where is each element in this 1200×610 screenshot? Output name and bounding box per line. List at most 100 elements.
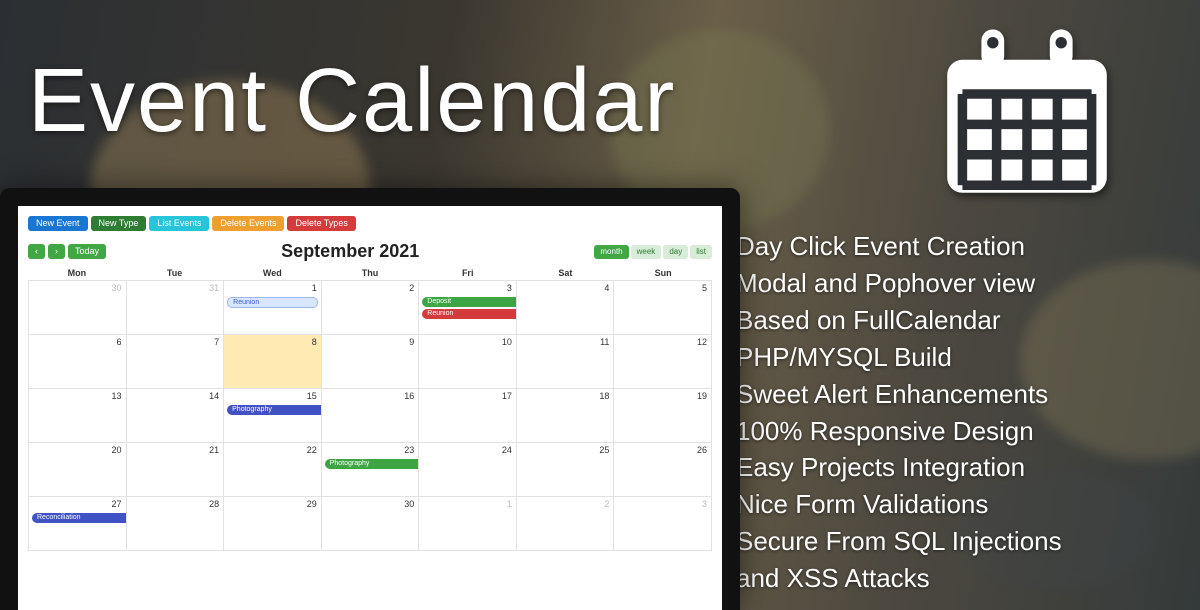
new-event-button[interactable]: New Event [28,216,88,231]
dow-label: Tue [126,268,224,278]
cell-date: 12 [697,337,707,347]
cell-date: 16 [404,391,414,401]
view-day-button[interactable]: day [663,245,688,259]
calendar-cell[interactable]: 12 [614,335,712,389]
event-pill[interactable]: Reunion [227,297,318,308]
calendar-cell[interactable]: 13 [29,389,127,443]
calendar-cell[interactable]: 28 [127,497,225,551]
cell-date: 2 [604,499,609,509]
cell-date: 26 [697,445,707,455]
new-type-button[interactable]: New Type [91,216,147,231]
view-month-button[interactable]: month [594,245,628,259]
cell-date: 11 [600,337,609,347]
view-group: month week day list [594,245,712,259]
hero-title: Event Calendar [28,50,676,153]
calendar-cell[interactable]: 3DepositReunion [419,281,517,335]
cell-date: 24 [502,445,512,455]
event-pill[interactable]: Photography [227,405,322,415]
calendar-cell[interactable]: 8 [224,335,322,389]
event-pill[interactable]: Deposit [422,297,517,307]
cell-date: 19 [697,391,707,401]
calendar-cell[interactable]: 18 [517,389,615,443]
cell-date: 28 [209,499,219,509]
calendar-cell[interactable]: 23 Photography [322,443,420,497]
dow-label: Mon [28,268,126,278]
calendar-cell[interactable]: 26 [614,443,712,497]
list-events-button[interactable]: List Events [149,216,209,231]
cell-date: 6 [117,337,122,347]
calendar-cell[interactable]: 2 [322,281,420,335]
calendar-cell[interactable]: 1 Reunion [224,281,322,335]
dow-label: Sun [614,268,712,278]
calendar-cell[interactable]: 2 [517,497,615,551]
calendar-cell[interactable]: 22 [224,443,322,497]
calendar-cell[interactable]: 17 [419,389,517,443]
event-pill[interactable]: Reunion [422,309,517,319]
event-pill[interactable]: Reconciliation [32,513,127,523]
next-button[interactable]: › [48,244,65,259]
calendar-cell[interactable]: 7 [127,335,225,389]
nav-group: ‹ › Today [28,244,106,259]
feature-item: Easy Projects Integration [736,449,1166,486]
calendar-cell[interactable]: 6 [29,335,127,389]
calendar-cell[interactable]: 15 Photography [224,389,322,443]
calendar-cell[interactable]: 29 [224,497,322,551]
cell-date: 13 [112,391,122,401]
cell-date: 21 [209,445,219,455]
cell-date: 20 [112,445,122,455]
calendar-cell[interactable]: 9 [322,335,420,389]
feature-list: Day Click Event CreationModal and Pophov… [736,228,1166,597]
calendar-cell[interactable]: 1 [419,497,517,551]
feature-item: Day Click Event Creation [736,228,1166,265]
view-week-button[interactable]: week [631,245,662,259]
feature-item: 100% Responsive Design [736,413,1166,450]
dow-label: Fri [419,268,517,278]
calendar-cell[interactable]: 25 [517,443,615,497]
view-list-button[interactable]: list [690,245,712,259]
cell-date: 4 [604,283,609,293]
cell-date: 31 [209,283,219,293]
cell-date: 15 [307,391,317,401]
calendar-cell[interactable]: 20 [29,443,127,497]
calendar-cell[interactable]: 31 [127,281,225,335]
calendar-cell[interactable]: 30 [29,281,127,335]
calendar-cell[interactable]: 3 [614,497,712,551]
cell-date: 1 [312,283,317,293]
calendar-cell[interactable]: 19 [614,389,712,443]
cell-date: 7 [214,337,219,347]
cell-date: 3 [702,499,707,509]
cell-date: 5 [702,283,707,293]
cell-date: 17 [502,391,512,401]
calendar-cell[interactable]: 30 [322,497,420,551]
cell-date: 29 [307,499,317,509]
cell-date: 23 [404,445,414,455]
calendar-title: September 2021 [281,241,419,262]
calendar-cell[interactable]: 10 [419,335,517,389]
calendar-cell[interactable]: 21 [127,443,225,497]
event-pill[interactable]: Photography [325,459,420,469]
cell-date: 9 [409,337,414,347]
prev-button[interactable]: ‹ [28,244,45,259]
feature-item: Nice Form Validations [736,486,1166,523]
delete-types-button[interactable]: Delete Types [287,216,355,231]
calendar-cell[interactable]: 14 [127,389,225,443]
cell-date: 22 [307,445,317,455]
toolbar: New Event New Type List Events Delete Ev… [28,216,712,231]
feature-item: Secure From SQL Injections [736,523,1166,560]
monitor-frame: New Event New Type List Events Delete Ev… [0,188,740,610]
cell-date: 25 [599,445,609,455]
calendar-cell[interactable]: 11 [517,335,615,389]
calendar-cell[interactable]: 5 [614,281,712,335]
delete-events-button[interactable]: Delete Events [212,216,284,231]
cell-date: 2 [409,283,414,293]
calendar-cell[interactable]: 27 Reconciliation [29,497,127,551]
feature-item: Modal and Pophover view [736,265,1166,302]
cell-date: 27 [112,499,122,509]
calendar-cell[interactable]: 16 [322,389,420,443]
calendar-cell[interactable]: 4 [517,281,615,335]
feature-item: Sweet Alert Enhancements [736,376,1166,413]
calendar-cell[interactable]: 24 [419,443,517,497]
cell-date: 10 [502,337,512,347]
calendar-app: New Event New Type List Events Delete Ev… [18,206,722,610]
today-button[interactable]: Today [68,244,106,259]
